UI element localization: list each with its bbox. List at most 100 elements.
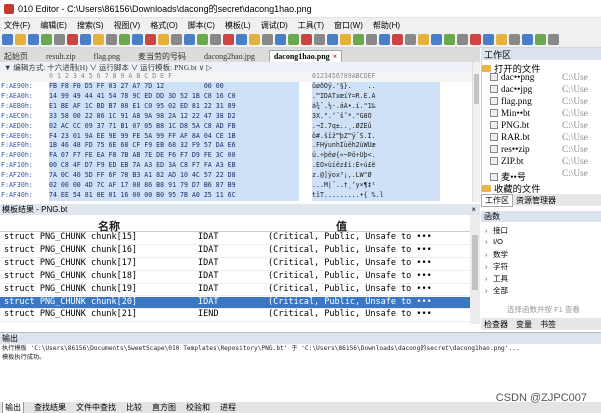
hex-bytes[interactable]: 02 AC CC 09 37 71 B1 07 05 B8 1C D8 5A C…: [49, 121, 299, 132]
tab-result-zip[interactable]: result.zip: [42, 50, 80, 62]
toolbar-button-icon[interactable]: [197, 34, 208, 45]
results-vertical-scrollbar[interactable]: [470, 215, 480, 324]
hex-ascii[interactable]: á¾¯.½·.áÀ•.í."1‰: [312, 101, 440, 112]
workspace-file-item[interactable]: PNG.bt C:\Use: [482, 121, 601, 133]
table-row[interactable]: struct PNG_CHUNK chunk[16] IDAT (Critical,…: [0, 245, 470, 258]
toolbar-button-icon[interactable]: [171, 34, 182, 45]
toolbar-button-icon[interactable]: [288, 34, 299, 45]
toolbar-button-icon[interactable]: [444, 34, 455, 45]
menu-view[interactable]: 视图(V): [114, 20, 141, 31]
tab-compare[interactable]: 比较: [126, 402, 142, 413]
hex-row[interactable]: F:AEF0h: 1B 46 48 FD 75 6E 68 CF F9 EB 68…: [0, 141, 472, 152]
tab-find-in-files[interactable]: 文件中查找: [76, 402, 116, 413]
menu-template[interactable]: 模板(L): [225, 20, 251, 31]
tab-inspector[interactable]: 检查器: [484, 319, 508, 330]
function-category[interactable]: › 工具: [485, 273, 508, 284]
menu-search[interactable]: 搜索(S): [77, 20, 104, 31]
toolbar-button-icon[interactable]: [15, 34, 26, 45]
hex-row[interactable]: F:AEB0h: E1 BE AF 1C BD B7 08 E1 C0 95 02…: [0, 101, 472, 112]
toolbar-button-icon[interactable]: [327, 34, 338, 45]
hex-row[interactable]: F:AF20h: 7A 0C 40 5D FF 6F 78 B3 A1 82 AD…: [0, 171, 472, 181]
hex-bytes[interactable]: 00 C8 4F D7 F9 ED EB 7A A3 ED 3A C8 F7 F…: [49, 161, 299, 172]
hex-ascii[interactable]: tîT.........•{ %.l: [312, 190, 440, 201]
toolbar-button-icon[interactable]: [522, 34, 533, 45]
hex-row[interactable]: F:AED0h: 02 AC CC 09 37 71 B1 07 05 B8 1C…: [0, 121, 472, 132]
function-category[interactable]: › I/O: [485, 237, 503, 246]
table-row[interactable]: struct PNG_CHUNK chunk[19] IDAT (Critical,…: [0, 284, 470, 297]
tab-histogram[interactable]: 直方图: [152, 402, 176, 413]
tab-start-page[interactable]: 起始页: [0, 50, 32, 62]
toolbar-button-icon[interactable]: [54, 34, 65, 45]
toolbar-button-icon[interactable]: [509, 34, 520, 45]
toolbar-button-icon[interactable]: [41, 34, 52, 45]
toolbar-button-icon[interactable]: [470, 34, 481, 45]
toolbar-button-icon[interactable]: [418, 34, 429, 45]
toolbar-button-icon[interactable]: [93, 34, 104, 45]
toolbar-button-icon[interactable]: [314, 34, 325, 45]
workspace-file-item[interactable]: ZIP.bt C:\Use: [482, 157, 601, 169]
hex-bytes[interactable]: 74 EE 54 81 0E 01 16 00 00 B0 95 7B A0 2…: [49, 190, 299, 201]
toolbar-button-icon[interactable]: [106, 34, 117, 45]
hex-vertical-scrollbar[interactable]: [472, 62, 480, 202]
menu-tools[interactable]: 工具(T): [298, 20, 324, 31]
hex-ascii[interactable]: .FHýunhÏùëh2ùWÚæ: [312, 141, 440, 152]
edit-mode-bar[interactable]: ▼ 编辑方式: 十六进制(H) ∨ 运行脚本 ∨ 运行模板: PNG.bt ∨ …: [0, 62, 480, 72]
toolbar-button-icon[interactable]: [158, 34, 169, 45]
tab-output[interactable]: 输出: [2, 402, 24, 413]
toolbar-button-icon[interactable]: [379, 34, 390, 45]
tab-dacong2hao-jpg[interactable]: dacong2hao.jpg: [200, 50, 259, 62]
tab-bookmarks[interactable]: 书签: [540, 319, 556, 330]
function-category[interactable]: › 字符: [485, 261, 508, 272]
toolbar-button-icon[interactable]: [132, 34, 143, 45]
table-row[interactable]: struct PNG_CHUNK chunk[20] IDAT (Critical,…: [0, 296, 470, 310]
open-files-group[interactable]: 打开的文件: [482, 61, 601, 73]
hex-bytes[interactable]: E1 BE AF 1C BD B7 08 E1 C0 95 02 ED 81 2…: [49, 101, 299, 112]
hex-bytes[interactable]: FA 07 F7 FE EA F8 7B AB 7E DE F6 F7 D9 F…: [49, 151, 299, 162]
expand-icon[interactable]: ›: [485, 262, 489, 271]
expand-icon[interactable]: ›: [485, 286, 489, 295]
toolbar-button-icon[interactable]: [483, 34, 494, 45]
toolbar-button-icon[interactable]: [2, 34, 13, 45]
menu-edit[interactable]: 编辑(E): [40, 20, 67, 31]
toolbar-button-icon[interactable]: [236, 34, 247, 45]
tab-find-results[interactable]: 查找结果: [34, 402, 66, 413]
hex-row[interactable]: F:AF10h: 00 C8 4F D7 F9 ED EB 7A A3 ED 3A…: [0, 161, 472, 172]
toolbar-button-icon[interactable]: [275, 34, 286, 45]
hex-ascii[interactable]: z.@]ÿox³¡‚­.LW"Ø: [312, 171, 440, 181]
toolbar-button-icon[interactable]: [223, 34, 234, 45]
toolbar-button-icon[interactable]: [405, 34, 416, 45]
workspace-file-item[interactable]: flag.png C:\Use: [482, 97, 601, 109]
toolbar-button-icon[interactable]: [249, 34, 260, 45]
workspace-file-item[interactable]: RAR.bt C:\Use: [482, 133, 601, 145]
hex-ascii[interactable]: ûøðÕÿ.'§}. ..: [312, 82, 440, 92]
workspace-file-item[interactable]: res••zip C:\Use: [482, 145, 601, 157]
hex-row[interactable]: F:AEE0h: F4 23 01 9A EE 9E 99 FE 5A 99 FF…: [0, 131, 472, 142]
workspace-file-item[interactable]: dac••jpg C:\Use: [482, 85, 601, 97]
hex-row[interactable]: F:AF40h: 74 EE 54 81 0E 01 16 00 00 B0 95…: [0, 190, 472, 201]
hex-bytes[interactable]: 33 58 00 22 86 1C 91 A8 9A 98 2A 12 22 4…: [49, 111, 299, 122]
close-icon[interactable]: ×: [471, 205, 476, 214]
toolbar-button-icon[interactable]: [145, 34, 156, 45]
hex-editor[interactable]: 0 1 2 3 4 5 6 7 8 9 A B C D E F 01234567…: [0, 72, 472, 202]
hex-ascii[interactable]: .¬Ì.7q±..¸.ØZÈ­û: [312, 121, 440, 132]
table-row[interactable]: struct PNG_CHUNK chunk[15] IDAT (Critical,…: [0, 232, 470, 245]
scrollbar-thumb[interactable]: [472, 235, 478, 290]
expand-icon[interactable]: ›: [485, 237, 489, 246]
menu-format[interactable]: 格式(O): [150, 20, 178, 31]
hex-bytes[interactable]: 7A 0C 40 5D FF 6F 78 B3 A1 82 AD 10 4C 5…: [49, 171, 299, 181]
tab-flag-png[interactable]: flag.png: [90, 50, 124, 62]
toolbar-button-icon[interactable]: [28, 34, 39, 45]
tab-workspace[interactable]: 工作区: [481, 193, 513, 207]
expand-icon[interactable]: ›: [485, 274, 489, 283]
table-row[interactable]: struct PNG_CHUNK chunk[17] IDAT (Critical,…: [0, 258, 470, 271]
toolbar-button-icon[interactable]: [548, 34, 559, 45]
function-category[interactable]: › 接口: [485, 225, 508, 236]
hex-bytes[interactable]: 02 00 00 4D 7C AF 17 08 86 B8 91 79 D7 B…: [49, 181, 299, 191]
workspace-file-item[interactable]: dac••png C:\Use: [482, 73, 601, 85]
table-row[interactable]: struct PNG_CHUNK chunk[18] IDAT (Critical,…: [0, 271, 470, 284]
hex-row[interactable]: F:AEC0h: 33 58 00 22 86 1C 91 A8 9A 98 2A…: [0, 111, 472, 122]
tab-explorer[interactable]: 资源管理器: [513, 195, 559, 206]
hex-bytes[interactable]: F4 23 01 9A EE 9E 99 FE 5A 99 FF AF 8A 0…: [49, 131, 299, 142]
toolbar-button-icon[interactable]: [457, 34, 468, 45]
hex-bytes[interactable]: FB F8 F0 D5 FF 03 27 A7 7D 12 00 00: [49, 82, 299, 92]
